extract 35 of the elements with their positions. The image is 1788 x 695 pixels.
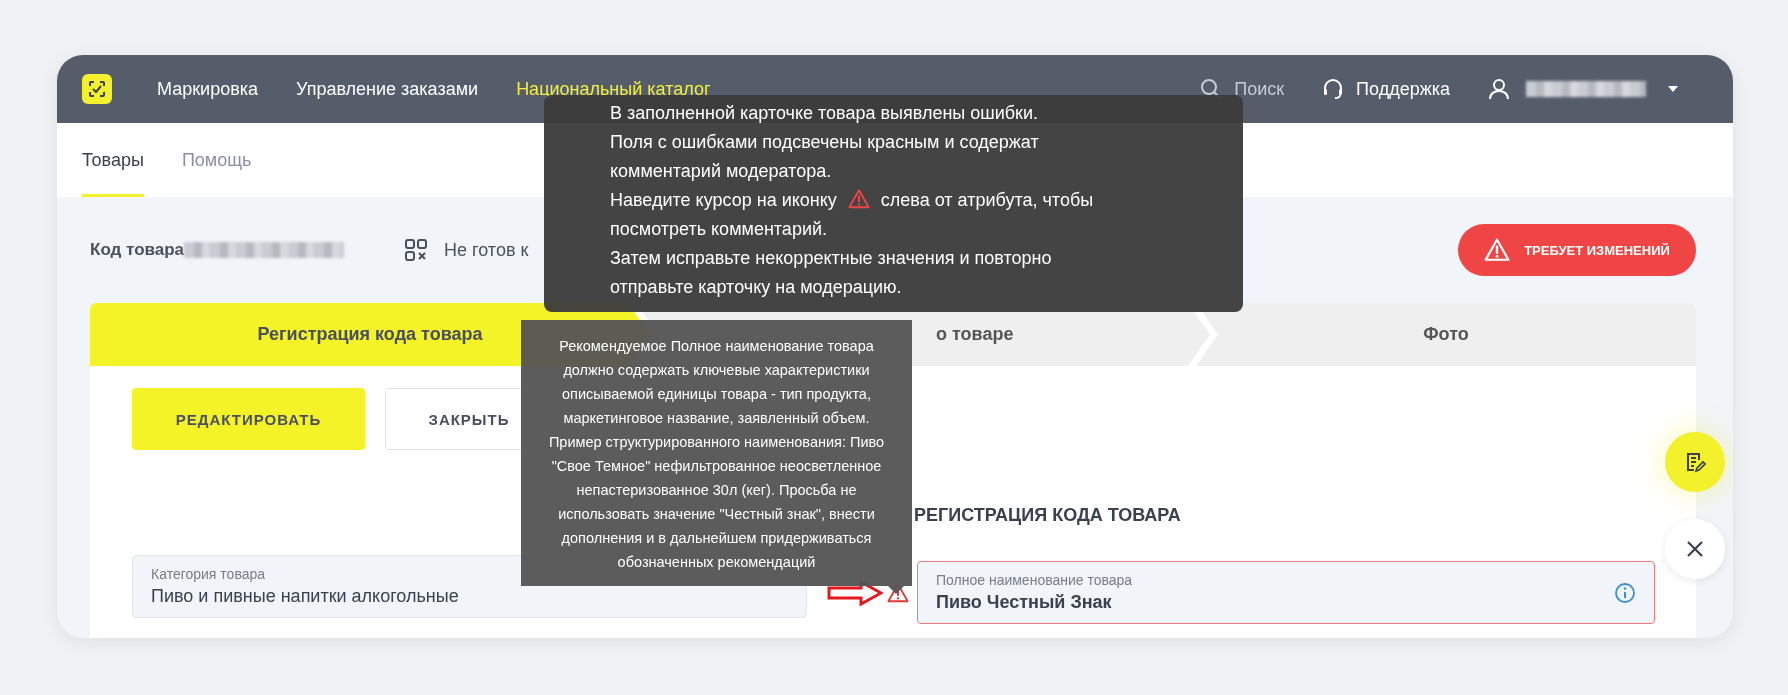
tooltip-text: посмотреть комментарий.: [610, 218, 828, 241]
close-icon: [1685, 539, 1705, 559]
warning-icon: [846, 188, 871, 210]
support-button[interactable]: Поддержка: [1322, 78, 1450, 100]
headset-icon: [1322, 78, 1345, 100]
nav-link[interactable]: Маркировка: [157, 78, 258, 100]
logo-icon[interactable]: [82, 74, 112, 104]
nav-link[interactable]: Управление заказами: [296, 78, 479, 100]
tab[interactable]: Товары: [82, 123, 144, 197]
field-label: Полное наименование товара: [936, 572, 1133, 588]
notes-button[interactable]: [1665, 432, 1725, 492]
field-label: Категория товара: [151, 566, 266, 582]
edit-document-icon: [1684, 451, 1706, 473]
user-icon: [1488, 78, 1510, 100]
qr-code-icon: [404, 238, 429, 262]
tooltip-text: Наведите курсор на иконку: [610, 190, 837, 210]
status-badge[interactable]: ТРЕБУЕТ ИЗМЕНЕНИЙ: [1458, 224, 1696, 276]
input-field[interactable]: Полное наименование товара Пиво Честный Знак: [917, 561, 1655, 624]
status-text: Не готов к: [444, 239, 529, 261]
warning-icon: [1484, 237, 1511, 263]
edit-button[interactable]: РЕДАКТИРОВАТЬ: [132, 388, 365, 450]
nav-link[interactable]: Национальный каталог: [516, 78, 711, 100]
step-tab[interactable]: Фото: [1196, 303, 1696, 366]
field-value: Пиво Честный Знак: [936, 592, 1112, 613]
user-menu[interactable]: [1488, 78, 1678, 100]
tooltip-text: Поля с ошибками подсвечены красным и содержат комментарий модератора.: [610, 131, 1040, 183]
tooltip-text: В заполненной карточке товара выявлены ошибки.: [610, 102, 1040, 125]
caret-icon: [1668, 86, 1678, 92]
info-icon: [1614, 582, 1636, 604]
search-button[interactable]: Поиск: [1200, 78, 1285, 100]
tooltip-text: слева от атрибута, чтобы: [880, 190, 1094, 210]
field-value: Пиво и пивные напитки алкогольные: [151, 586, 459, 607]
section-title: РЕГИСТРАЦИЯ КОДА ТОВАРА: [914, 505, 1181, 526]
tooltip-text: Затем исправьте некорректные значения и повторно отправьте карточку на модерацию.: [610, 247, 1053, 299]
product-code-label: Код товара: [90, 240, 185, 260]
